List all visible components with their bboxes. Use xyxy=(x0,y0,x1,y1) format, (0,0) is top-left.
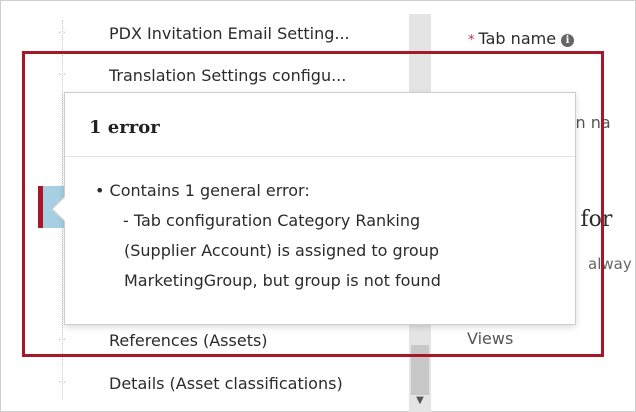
error-item: • Contains 1 general error: xyxy=(95,181,310,200)
error-detail: - Tab configuration Category Ranking xyxy=(123,211,421,230)
required-marker: * xyxy=(468,33,475,48)
error-detail: MarketingGroup, but group is not found xyxy=(124,271,441,290)
drag-handle[interactable]: ·· xyxy=(58,68,67,81)
list-item[interactable]: References (Assets) xyxy=(109,331,268,350)
error-list: • Contains 1 general error: - Tab config… xyxy=(95,176,441,296)
drag-handle[interactable]: ·· xyxy=(58,26,67,39)
drag-handle[interactable]: ·· xyxy=(58,333,67,346)
popover-title: 1 error xyxy=(89,117,160,138)
tab-name-label: * Tab name i xyxy=(468,29,575,48)
helper-text: alway xyxy=(588,255,632,273)
divider xyxy=(65,156,575,157)
chevron-down-icon[interactable]: ▼ xyxy=(411,393,429,409)
scrollbar-thumb[interactable] xyxy=(411,345,429,395)
list-item[interactable]: PDX Invitation Email Setting... xyxy=(109,24,350,43)
error-indicator xyxy=(38,186,43,228)
list-item[interactable]: Translation Settings configu... xyxy=(109,66,346,85)
popover-arrow-fill xyxy=(53,197,65,221)
views-label: Views xyxy=(467,329,514,348)
info-icon[interactable]: i xyxy=(561,34,575,47)
error-detail: (Supplier Account) is assigned to group xyxy=(124,241,439,260)
error-popover: 1 error • Contains 1 general error: - Ta… xyxy=(64,92,576,325)
drag-handle[interactable]: ·· xyxy=(58,376,67,389)
list-item[interactable]: Details (Asset classifications) xyxy=(109,374,343,393)
